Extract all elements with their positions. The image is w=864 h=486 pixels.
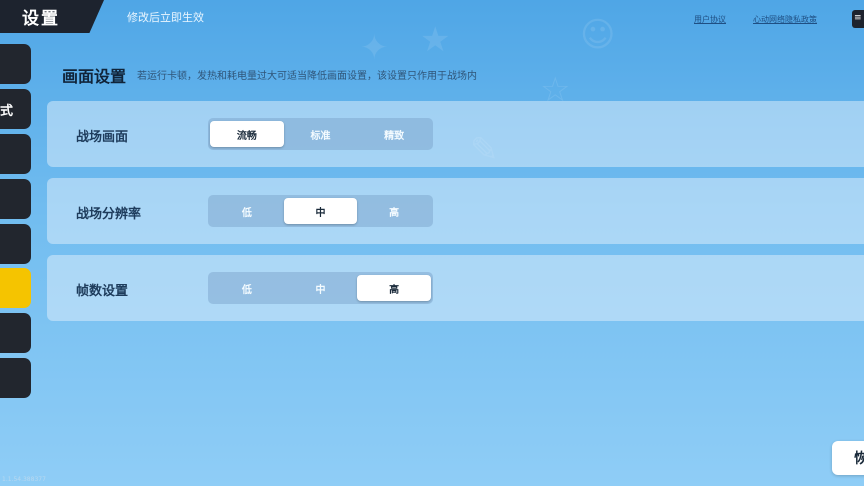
sidebar-item-3[interactable] [0, 134, 31, 174]
frame-rate-segmented-control: 低 中 高 [208, 272, 433, 304]
option-button-standard[interactable]: 标准 [284, 121, 358, 147]
option-button-medium[interactable]: 中 [284, 275, 358, 301]
page-subtitle: 修改后立即生效 [127, 11, 204, 24]
setting-label: 战场分辨率 [76, 207, 142, 222]
sidebar-item-graphics[interactable] [0, 268, 31, 308]
sidebar-item-5[interactable] [0, 224, 31, 264]
option-button-medium[interactable]: 中 [283, 198, 358, 224]
setting-row-battle-resolution: 战场分辨率 低 中 高 [47, 178, 864, 244]
menu-icon: ≡ [854, 13, 862, 23]
version-label: 1.1.54.388377 [2, 476, 46, 483]
battle-graphics-segmented-control: 流畅 标准 精致 [208, 118, 433, 150]
sidebar-item-label: 式 [0, 103, 14, 119]
page-title: 设置 [22, 9, 60, 29]
restore-default-button[interactable]: 恢 [832, 441, 864, 475]
sidebar-item-8[interactable] [0, 358, 31, 398]
battle-resolution-segmented-control: 低 中 高 [208, 195, 433, 227]
option-button-high[interactable]: 高 [357, 198, 431, 224]
sidebar-item-2[interactable]: 式 [0, 89, 31, 129]
sidebar-item-1[interactable] [0, 44, 31, 84]
option-button-fine[interactable]: 精致 [357, 121, 431, 147]
sidebar-item-7[interactable] [0, 313, 31, 353]
option-button-smooth[interactable]: 流畅 [210, 121, 284, 147]
option-button-low[interactable]: 低 [210, 198, 284, 224]
corner-menu-button[interactable]: ≡ [852, 10, 864, 28]
option-button-low[interactable]: 低 [210, 275, 284, 301]
setting-row-battle-graphics: 战场画面 流畅 标准 精致 [47, 101, 864, 167]
setting-label: 帧数设置 [76, 284, 129, 299]
setting-row-frame-rate: 帧数设置 低 中 高 [47, 255, 864, 321]
option-button-high[interactable]: 高 [357, 275, 432, 301]
user-agreement-link[interactable]: 用户协议 [694, 14, 726, 25]
background-doodle-star-icon: ★ [420, 20, 451, 60]
restore-default-label: 恢 [854, 451, 864, 467]
privacy-policy-link[interactable]: 心动网络隐私政策 [753, 14, 817, 25]
sidebar-item-4[interactable] [0, 179, 31, 219]
section-title: 画面设置 [62, 67, 127, 86]
setting-label: 战场画面 [76, 130, 129, 145]
section-description: 若运行卡顿，发热和耗电量过大可适当降低画面设置，该设置只作用于战场内 [137, 71, 477, 82]
background-doodle-face-icon: ☺ [580, 15, 616, 55]
background-doodle-star-icon: ✦ [360, 28, 389, 68]
